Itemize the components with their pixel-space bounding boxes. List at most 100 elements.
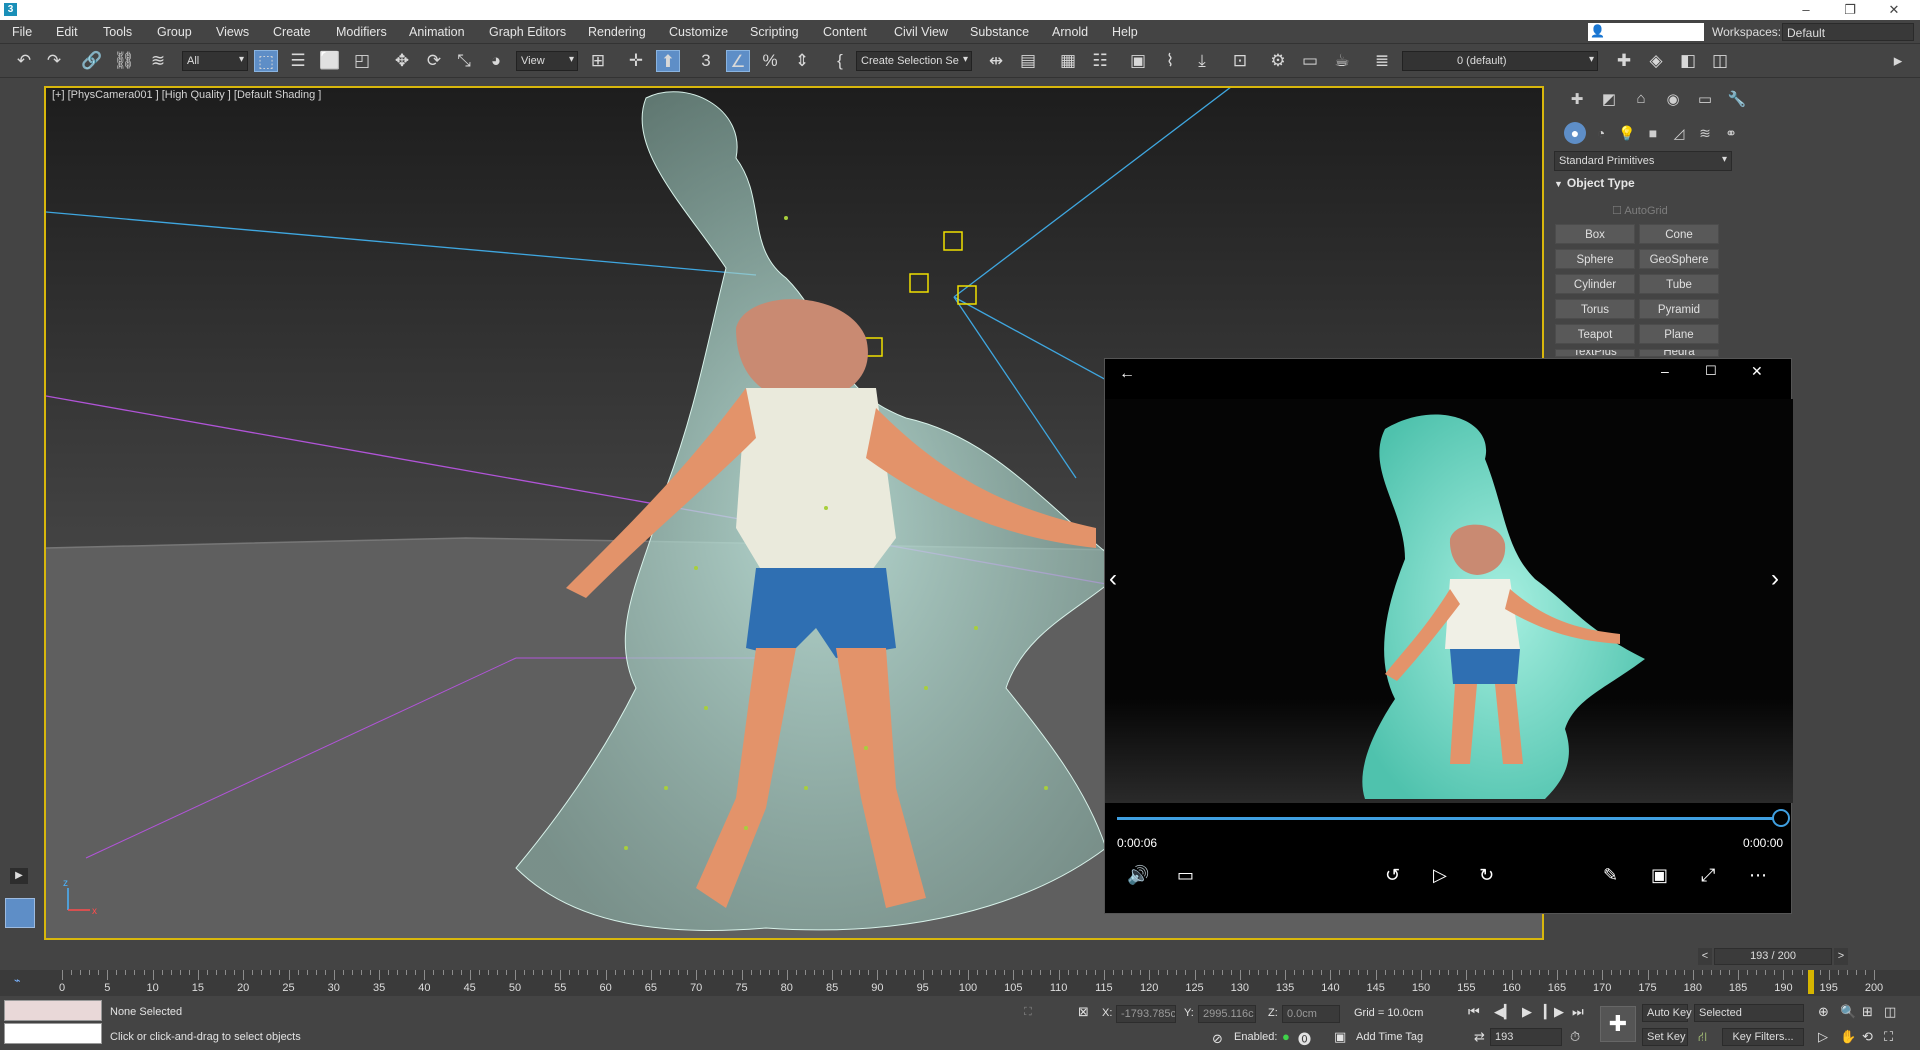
key-filter-icon[interactable]: ⛙ (1698, 1029, 1707, 1047)
layers-icon[interactable]: ◈ (1644, 50, 1668, 72)
primitive-pyramid-button[interactable]: Pyramid (1639, 299, 1719, 319)
utilities-tab-icon[interactable]: 🔧 (1724, 90, 1750, 112)
menu-create[interactable]: Create (273, 25, 311, 39)
curve-editor-icon[interactable]: ⌇ (1158, 50, 1182, 72)
menu-modifiers[interactable]: Modifiers (336, 25, 387, 39)
more-options-icon[interactable]: ⋯ (1749, 865, 1767, 886)
helpers-icon[interactable]: ◿ (1668, 122, 1690, 144)
motion-tab-icon[interactable]: ◉ (1660, 90, 1686, 112)
volume-icon[interactable]: 🔊 (1127, 865, 1149, 886)
edit-pencil-icon[interactable]: ✎ (1603, 865, 1618, 886)
mini-view-icon[interactable]: ▣ (1651, 865, 1668, 886)
primitive-plane-button[interactable]: Plane (1639, 324, 1719, 344)
subtitles-icon[interactable]: ▭ (1177, 865, 1194, 886)
set-key-plus-icon[interactable]: ✚ (1600, 1006, 1636, 1042)
primitive-teapot-button[interactable]: Teapot (1555, 324, 1635, 344)
primitive-torus-button[interactable]: Torus (1555, 299, 1635, 319)
menu-content[interactable]: Content (823, 25, 867, 39)
cameras-icon[interactable]: ■ (1642, 122, 1664, 144)
account-field[interactable] (1588, 23, 1704, 41)
select-object-icon[interactable]: ⬚ (254, 50, 278, 72)
maximize-viewport-icon[interactable]: ⛶ (1884, 1029, 1893, 1045)
play-icon[interactable]: ▶ (1522, 1004, 1532, 1020)
video-frame[interactable] (1105, 399, 1793, 803)
timeline-ruler[interactable]: 0 5 10 15 20 25 30 35 40 45 50 55 60 65 70 75 80 85 90 95 10… (59, 970, 1883, 996)
primitive-geosphere-button[interactable]: GeoSphere (1639, 249, 1719, 269)
seek-bar[interactable] (1117, 817, 1781, 820)
select-by-name-icon[interactable]: ☰ (286, 50, 310, 72)
primitive-box-button[interactable]: Box (1555, 224, 1635, 244)
percent-snap-icon[interactable]: % (758, 50, 782, 72)
scale-icon[interactable]: ⤡ (452, 50, 476, 72)
schematic-view-icon[interactable]: ⤓ (1190, 50, 1214, 72)
go-to-start-icon[interactable]: ⏮ (1468, 1004, 1480, 1020)
menu-arnold[interactable]: Arnold (1052, 25, 1088, 39)
isolate-selection-icon[interactable]: ⛶ (1024, 1006, 1032, 1019)
previous-frame-button[interactable]: < (1698, 948, 1712, 965)
key-filters-button[interactable]: Key Filters... (1722, 1028, 1804, 1046)
add-to-layer-icon[interactable]: ◧ (1676, 50, 1700, 72)
pan-view-icon[interactable]: ▷ (1818, 1029, 1828, 1045)
toggle-layer-explorer-icon[interactable]: ☷ (1088, 50, 1112, 72)
primitive-cylinder-button[interactable]: Cylinder (1555, 274, 1635, 294)
align-icon[interactable]: ▤ (1016, 50, 1040, 72)
viewport-label-menu[interactable]: [+] [PhysCamera001 ] [High Quality ] [De… (52, 89, 321, 101)
time-tag-icon[interactable]: ▣ (1334, 1029, 1346, 1045)
maxscript-output-field[interactable] (4, 1023, 102, 1044)
rectangular-selection-icon[interactable]: ⬜ (318, 50, 342, 72)
menu-customize[interactable]: Customize (669, 25, 728, 39)
key-mode-toggle-icon[interactable]: ⇄ (1474, 1029, 1485, 1045)
modify-tab-icon[interactable]: ◩ (1596, 90, 1622, 112)
player-minimize-icon[interactable]: – (1661, 363, 1669, 379)
select-manipulate-icon[interactable]: ✛ (624, 50, 648, 72)
create-layer-icon[interactable]: ✚ (1612, 50, 1636, 72)
skip-back-10-icon[interactable]: ↺ (1385, 865, 1400, 886)
next-video-icon[interactable]: › (1771, 565, 1779, 593)
player-close-icon[interactable]: ✕ (1751, 363, 1763, 380)
material-editor-icon[interactable]: ⊡ (1228, 50, 1252, 72)
orbit-icon[interactable]: ⟲ (1862, 1029, 1873, 1045)
time-slider[interactable]: 193 / 200 (1714, 948, 1832, 965)
primitive-sphere-button[interactable]: Sphere (1555, 249, 1635, 269)
previous-key-icon[interactable]: ◀▎ (1494, 1004, 1514, 1020)
create-tab-icon[interactable]: ✚ (1564, 90, 1590, 112)
curve-editor-mini-icon[interactable]: ⌁ (14, 974, 21, 987)
absolute-mode-icon[interactable]: ⊠ (1078, 1004, 1089, 1020)
display-tab-icon[interactable]: ▭ (1692, 90, 1718, 112)
minimize-button[interactable]: – (1786, 0, 1826, 20)
play-pause-icon[interactable]: ▷ (1433, 865, 1447, 886)
menu-scripting[interactable]: Scripting (750, 25, 799, 39)
seek-thumb[interactable] (1772, 809, 1790, 827)
primitive-textplus-button[interactable]: TextPlus (1555, 349, 1635, 357)
next-key-icon[interactable]: ▎▶ (1544, 1004, 1564, 1020)
menu-help[interactable]: Help (1112, 25, 1138, 39)
redo-icon[interactable]: ↷ (42, 50, 66, 72)
time-configuration-icon[interactable]: ⏱ (1570, 1029, 1580, 1045)
close-button[interactable]: ✕ (1874, 0, 1914, 20)
menu-file[interactable]: File (12, 25, 32, 39)
add-time-tag-button[interactable]: Add Time Tag (1356, 1031, 1423, 1043)
geometry-icon[interactable]: ● (1564, 122, 1586, 144)
time-tag-lock-icon[interactable]: ⊘ (1212, 1031, 1223, 1047)
viewport-layout-icon[interactable] (5, 898, 35, 928)
layer-manager-icon[interactable]: ≣ (1370, 50, 1394, 72)
menu-rendering[interactable]: Rendering (588, 25, 646, 39)
mirror-icon[interactable]: ⇹ (984, 50, 1008, 72)
expand-viewport-tabs-icon[interactable]: ▶ (10, 868, 28, 884)
toggle-ribbon-icon[interactable]: ▣ (1126, 50, 1150, 72)
adaptive-degradation-icon[interactable]: ⓿ (1298, 1029, 1311, 1048)
rendered-frame-window-icon[interactable]: ▭ (1298, 50, 1322, 72)
selection-filter-dropdown[interactable]: All (182, 51, 248, 71)
set-key-button[interactable]: Set Key (1642, 1028, 1688, 1046)
restore-button[interactable]: ❐ (1830, 0, 1870, 20)
menu-substance[interactable]: Substance (970, 25, 1029, 39)
placement-icon[interactable]: ◕ (484, 50, 508, 72)
systems-icon[interactable]: ⚭ (1720, 122, 1742, 144)
object-type-rollout[interactable]: ▼ Object Type (1554, 176, 1726, 194)
full-screen-icon[interactable]: ⤢ (1701, 865, 1715, 886)
field-of-view-icon[interactable]: ◫ (1884, 1004, 1896, 1020)
named-selection-dropdown[interactable]: Create Selection Se (856, 51, 972, 71)
object-category-dropdown[interactable]: Standard Primitives (1554, 151, 1732, 171)
back-arrow-icon[interactable]: ← (1119, 365, 1135, 383)
undo-icon[interactable]: ↶ (12, 50, 36, 72)
